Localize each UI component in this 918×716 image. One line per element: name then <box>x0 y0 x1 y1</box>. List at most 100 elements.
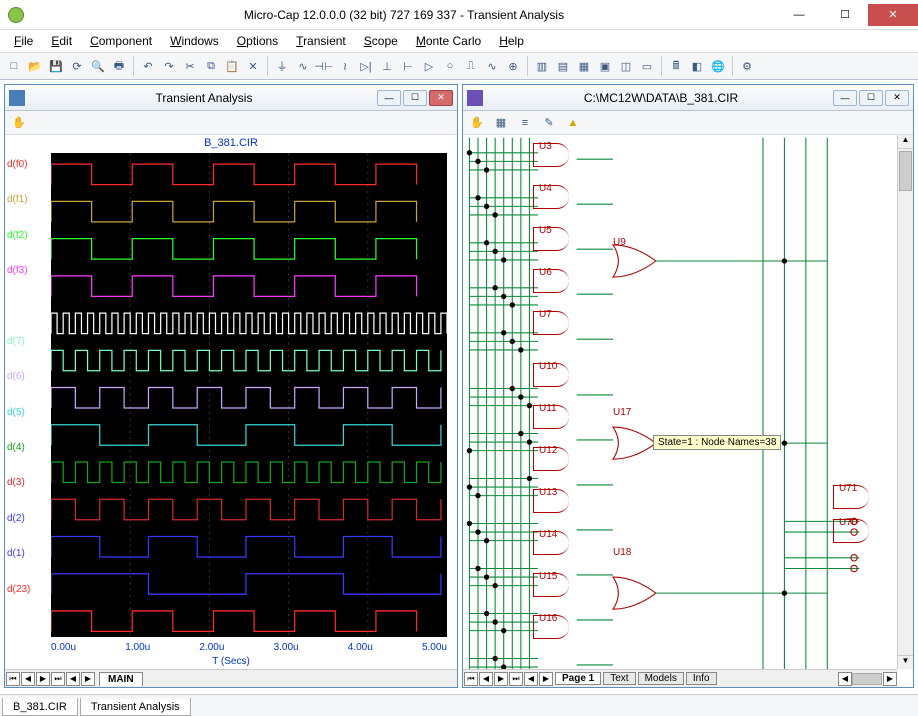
globe-icon[interactable]: 🌐 <box>708 56 728 76</box>
trace-label: d(6) <box>7 371 47 382</box>
warning-icon[interactable]: ▲ <box>563 113 583 133</box>
tile-h-icon[interactable]: ▤ <box>553 56 573 76</box>
sine-icon[interactable]: ∿ <box>482 56 502 76</box>
plot-nav-prev[interactable]: ◀ <box>21 672 35 686</box>
scroll-up-icon[interactable]: ▲ <box>898 135 913 149</box>
paste-icon[interactable]: 📋 <box>222 56 242 76</box>
menu-file[interactable]: File <box>6 32 41 50</box>
hscroll-left-icon[interactable]: ◀ <box>838 672 852 686</box>
scroll-down-icon[interactable]: ▼ <box>898 655 913 669</box>
plot-xlabel: T (Secs) <box>5 656 457 667</box>
vertical-scrollbar[interactable]: ▲ ▼ <box>897 135 913 669</box>
minimize-button[interactable]: — <box>776 4 822 26</box>
resistor-icon[interactable]: ∿ <box>293 56 313 76</box>
titlebar: Micro-Cap 12.0.0.0 (32 bit) 727 169 337 … <box>0 0 918 30</box>
sch-nav-first[interactable]: ⏮ <box>464 672 478 686</box>
delete-icon[interactable]: ✕ <box>243 56 263 76</box>
plot-xaxis: 0.00u1.00u2.00u3.00u4.00u5.00u <box>51 642 447 653</box>
menu-options[interactable]: Options <box>229 32 286 50</box>
menu-montecarlo[interactable]: Monte Carlo <box>408 32 489 50</box>
pan-icon[interactable]: ✋ <box>467 113 487 133</box>
schematic-tab[interactable]: Text <box>603 672 635 685</box>
close-button[interactable]: ✕ <box>868 4 918 26</box>
opamp-icon[interactable]: ▷ <box>419 56 439 76</box>
trace-label: d(f2) <box>7 230 47 241</box>
hscroll-thumb[interactable] <box>852 673 882 685</box>
settings-icon[interactable]: ⚙ <box>737 56 757 76</box>
print-icon[interactable]: 🖶 <box>109 56 129 76</box>
schematic-tab[interactable]: Info <box>686 672 717 685</box>
app-title: Micro-Cap 12.0.0.0 (32 bit) 727 169 337 … <box>32 8 776 22</box>
plot-tab-main[interactable]: MAIN <box>99 672 143 686</box>
mdi-minimize-button[interactable]: — <box>377 90 401 106</box>
scroll-thumb[interactable] <box>899 151 912 191</box>
maximize-button[interactable]: ☐ <box>822 4 868 26</box>
schematic-window-icon <box>467 90 483 106</box>
menu-help[interactable]: Help <box>491 32 532 50</box>
ground-icon[interactable]: ⏚ <box>272 56 292 76</box>
sch-nav-prev2[interactable]: ◀ <box>524 672 538 686</box>
plot-nav-next2[interactable]: ▶ <box>81 672 95 686</box>
menu-scope[interactable]: Scope <box>356 32 406 50</box>
preview-icon[interactable]: 🔍 <box>88 56 108 76</box>
schematic-canvas[interactable]: U3U4U5U6U7U10U11U12U13U14U15U16U9U17U18U… <box>463 135 913 687</box>
new-icon[interactable]: □ <box>4 56 24 76</box>
transient-titlebar[interactable]: Transient Analysis — ☐ ✕ <box>5 85 457 111</box>
menu-windows[interactable]: Windows <box>162 32 227 50</box>
window2-icon[interactable]: ▭ <box>637 56 657 76</box>
list-icon[interactable]: ≡ <box>515 113 535 133</box>
menu-transient[interactable]: Transient <box>288 32 354 50</box>
plot-nav-next[interactable]: ▶ <box>36 672 50 686</box>
edit-icon[interactable]: ✎ <box>539 113 559 133</box>
schematic-titlebar[interactable]: C:\MC12W\DATA\B_381.CIR — ☐ ✕ <box>463 85 913 111</box>
sch-nav-next[interactable]: ▶ <box>494 672 508 686</box>
mdi-close-button[interactable]: ✕ <box>885 90 909 106</box>
status-tab[interactable]: B_381.CIR <box>2 697 78 716</box>
hscroll-right-icon[interactable]: ▶ <box>883 672 897 686</box>
transistor-icon[interactable]: ⊥ <box>377 56 397 76</box>
battery-icon[interactable]: ⊕ <box>503 56 523 76</box>
undo-icon[interactable]: ↶ <box>138 56 158 76</box>
tile-v-icon[interactable]: ▦ <box>574 56 594 76</box>
pulse-icon[interactable]: ⎍ <box>461 56 481 76</box>
redo-icon[interactable]: ↷ <box>159 56 179 76</box>
sch-nav-next2[interactable]: ▶ <box>539 672 553 686</box>
inductor-icon[interactable]: ≀ <box>335 56 355 76</box>
save-icon[interactable]: 💾 <box>46 56 66 76</box>
cut-icon[interactable]: ✂ <box>180 56 200 76</box>
plot-nav-last[interactable]: ⏭ <box>51 672 65 686</box>
mdi-close-button[interactable]: ✕ <box>429 90 453 106</box>
copy-icon[interactable]: ⧉ <box>201 56 221 76</box>
transient-toolbar: ✋ <box>5 111 457 135</box>
tool1-icon[interactable]: ◧ <box>687 56 707 76</box>
calc-icon[interactable]: 🖩 <box>666 56 686 76</box>
arrange-icon[interactable]: ▣ <box>595 56 615 76</box>
window1-icon[interactable]: ◫ <box>616 56 636 76</box>
pan-icon[interactable]: ✋ <box>9 113 29 133</box>
plot-nav-first[interactable]: ⏮ <box>6 672 20 686</box>
menu-edit[interactable]: Edit <box>43 32 80 50</box>
gate-label: U6 <box>539 267 552 278</box>
plot-canvas[interactable] <box>51 153 447 637</box>
status-tab[interactable]: Transient Analysis <box>80 697 191 716</box>
schematic-tab[interactable]: Models <box>638 672 684 685</box>
mdi-minimize-button[interactable]: — <box>833 90 857 106</box>
diode-icon[interactable]: ▷| <box>356 56 376 76</box>
menu-component[interactable]: Component <box>82 32 160 50</box>
separator <box>661 56 662 76</box>
grid-icon[interactable]: ▦ <box>491 113 511 133</box>
refresh-icon[interactable]: ⟳ <box>67 56 87 76</box>
mdi-maximize-button[interactable]: ☐ <box>403 90 427 106</box>
mdi-maximize-button[interactable]: ☐ <box>859 90 883 106</box>
trace-label: d(4) <box>7 442 47 453</box>
cascade-icon[interactable]: ▥ <box>532 56 552 76</box>
schematic-tab[interactable]: Page 1 <box>555 672 601 685</box>
fet-icon[interactable]: ⊢ <box>398 56 418 76</box>
gate-label: U3 <box>539 141 552 152</box>
source-icon[interactable]: ○ <box>440 56 460 76</box>
capacitor-icon[interactable]: ⊣⊢ <box>314 56 334 76</box>
sch-nav-prev[interactable]: ◀ <box>479 672 493 686</box>
sch-nav-last[interactable]: ⏭ <box>509 672 523 686</box>
plot-nav-prev2[interactable]: ◀ <box>66 672 80 686</box>
open-icon[interactable]: 📂 <box>25 56 45 76</box>
